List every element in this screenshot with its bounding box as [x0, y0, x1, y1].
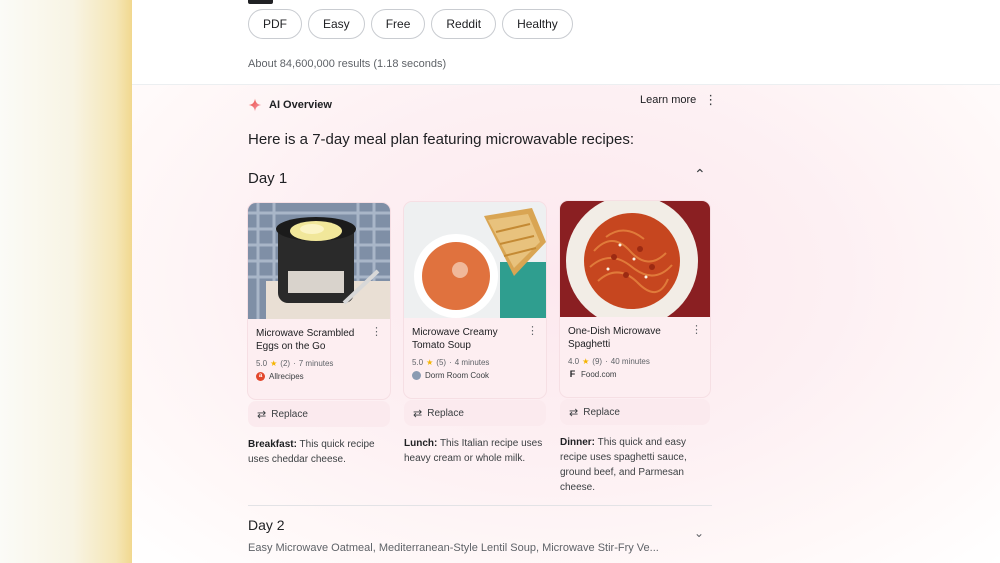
recipe-image-tomato-soup — [404, 202, 546, 318]
filter-chip-pdf[interactable]: PDF — [248, 9, 302, 39]
more-vert-icon[interactable]: ⋮ — [691, 323, 702, 336]
recipe-card[interactable]: Microwave Scrambled Eggs on the Go ⋮ 5.0… — [248, 203, 390, 399]
results-count: About 84,600,000 results (1.18 seconds) — [248, 58, 447, 70]
recipe-source[interactable]: F Food.com — [568, 369, 702, 380]
replace-button[interactable]: ⇄ Replace — [248, 401, 390, 427]
recipe-rating: 5.0 ★ (5) · 4 minutes — [412, 358, 538, 367]
replace-button[interactable]: ⇄ Replace — [560, 399, 710, 425]
replace-label: Replace — [427, 407, 464, 419]
filter-chip-free[interactable]: Free — [370, 9, 426, 39]
recipe-title[interactable]: Microwave Creamy Tomato Soup — [412, 326, 520, 352]
filter-chips: PDF Easy Free Reddit Healthy — [248, 9, 573, 39]
star-icon: ★ — [270, 359, 278, 368]
sparkle-icon — [248, 98, 262, 112]
more-vert-icon[interactable]: ⋮ — [527, 324, 538, 337]
source-name: Allrecipes — [269, 372, 304, 381]
review-count: (2) — [280, 359, 291, 368]
recipe-rating: 5.0 ★ (2) · 7 minutes — [256, 359, 382, 368]
day1-recipe-cards: Microwave Scrambled Eggs on the Go ⋮ 5.0… — [248, 201, 710, 495]
recipe-image-eggs — [248, 203, 390, 319]
search-results-page: PDF Easy Free Reddit Healthy About 84,60… — [132, 0, 1000, 563]
source-name: Dorm Room Cook — [425, 371, 490, 380]
filter-chip-reddit[interactable]: Reddit — [431, 9, 497, 39]
day2-heading[interactable]: Day 2 — [248, 517, 285, 533]
chevron-up-icon[interactable]: ⌃ — [694, 166, 706, 183]
cook-time: 4 minutes — [454, 358, 490, 367]
recipe-column-lunch: Microwave Creamy Tomato Soup ⋮ 5.0 ★ (5)… — [404, 202, 546, 495]
rating-value: 5.0 — [256, 359, 268, 368]
more-vert-icon[interactable]: ⋮ — [371, 325, 382, 338]
divider — [248, 505, 712, 506]
replace-button[interactable]: ⇄ Replace — [404, 400, 546, 426]
rating-value: 5.0 — [412, 358, 424, 367]
swap-icon: ⇄ — [569, 406, 579, 419]
review-count: (9) — [592, 357, 603, 366]
ai-overview-title: AI Overview — [269, 99, 332, 111]
meta-separator: · — [293, 359, 296, 368]
allrecipes-logo-icon: a — [256, 372, 265, 381]
meta-separator: · — [449, 358, 452, 367]
recipe-caption: Dinner: This quick and easy recipe uses … — [560, 435, 710, 495]
meal-label: Breakfast: — [248, 439, 297, 450]
recipe-source[interactable]: a Allrecipes — [256, 372, 382, 381]
recipe-card-body: Microwave Scrambled Eggs on the Go ⋮ 5.0… — [248, 319, 390, 399]
star-icon: ★ — [426, 358, 434, 367]
recipe-column-dinner: One-Dish Microwave Spaghetti ⋮ 4.0 ★ (9)… — [560, 201, 710, 495]
recipe-caption: Lunch: This Italian recipe uses heavy cr… — [404, 436, 546, 466]
learn-more-button[interactable]: Learn more ⋮ — [640, 93, 717, 106]
meal-label: Dinner: — [560, 437, 595, 448]
review-count: (5) — [436, 358, 447, 367]
learn-more-label: Learn more — [640, 93, 697, 106]
swap-icon: ⇄ — [257, 408, 267, 421]
cook-time: 7 minutes — [298, 359, 334, 368]
recipe-caption: Breakfast: This quick recipe uses chedda… — [248, 437, 390, 467]
recipe-card-body: One-Dish Microwave Spaghetti ⋮ 4.0 ★ (9)… — [560, 317, 710, 397]
foodcom-logo-icon: F — [569, 369, 576, 379]
recipe-title[interactable]: Microwave Scrambled Eggs on the Go — [256, 327, 364, 353]
day2-summary: Easy Microwave Oatmeal, Mediterranean-St… — [248, 542, 659, 554]
swap-icon: ⇄ — [413, 407, 423, 420]
recipe-rating: 4.0 ★ (9) · 40 minutes — [568, 357, 702, 366]
recipe-source[interactable]: Dorm Room Cook — [412, 371, 538, 380]
active-tab-indicator — [248, 0, 273, 4]
chevron-down-icon[interactable]: ⌄ — [694, 526, 704, 540]
recipe-image-spaghetti — [560, 201, 710, 317]
source-name: Food.com — [581, 370, 617, 379]
meal-label: Lunch: — [404, 438, 438, 449]
more-vert-icon[interactable]: ⋮ — [704, 93, 717, 106]
replace-label: Replace — [583, 406, 620, 418]
day1-heading[interactable]: Day 1 — [248, 170, 287, 187]
filter-chip-healthy[interactable]: Healthy — [502, 9, 573, 39]
ai-overview-header: AI Overview — [248, 98, 332, 112]
window-left-edge — [0, 0, 132, 563]
replace-label: Replace — [271, 408, 308, 420]
cook-time: 40 minutes — [610, 357, 650, 366]
filter-chip-easy[interactable]: Easy — [308, 9, 365, 39]
recipe-card-body: Microwave Creamy Tomato Soup ⋮ 5.0 ★ (5)… — [404, 318, 546, 398]
dorm-room-cook-logo-icon — [412, 371, 421, 380]
overview-headline: Here is a 7-day meal plan featuring micr… — [248, 131, 635, 148]
recipe-title[interactable]: One-Dish Microwave Spaghetti — [568, 325, 676, 351]
rating-value: 4.0 — [568, 357, 580, 366]
recipe-column-breakfast: Microwave Scrambled Eggs on the Go ⋮ 5.0… — [248, 203, 390, 495]
recipe-card[interactable]: One-Dish Microwave Spaghetti ⋮ 4.0 ★ (9)… — [560, 201, 710, 397]
meta-separator: · — [605, 357, 608, 366]
recipe-card[interactable]: Microwave Creamy Tomato Soup ⋮ 5.0 ★ (5)… — [404, 202, 546, 398]
star-icon: ★ — [582, 357, 590, 366]
